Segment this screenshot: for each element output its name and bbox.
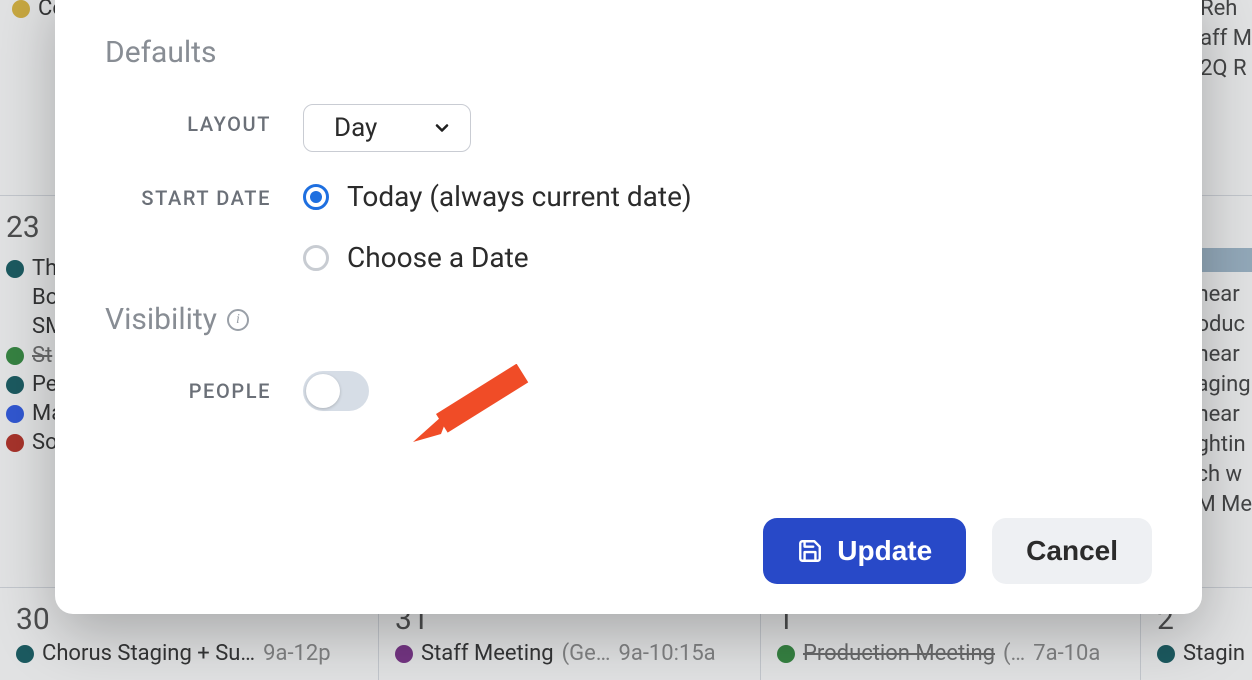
cancel-button-label: Cancel — [1026, 535, 1118, 567]
settings-modal: Defaults LAYOUT Day START DATE Today (al… — [55, 0, 1202, 614]
layout-select-value: Day — [334, 113, 377, 143]
radio-indicator — [303, 245, 329, 271]
update-button-label: Update — [837, 535, 932, 567]
cancel-button[interactable]: Cancel — [992, 518, 1152, 584]
row-start-date: START DATE Today (always current date) C… — [105, 178, 1152, 274]
people-toggle[interactable] — [303, 371, 369, 411]
radio-choose-date-label: Choose a Date — [347, 241, 529, 274]
radio-indicator — [303, 184, 329, 210]
toggle-knob — [306, 374, 340, 408]
start-date-radio-group: Today (always current date) Choose a Dat… — [303, 178, 1152, 274]
radio-choose-date[interactable]: Choose a Date — [303, 241, 1152, 274]
save-icon — [797, 538, 823, 564]
label-start-date: START DATE — [105, 178, 303, 210]
radio-today-label: Today (always current date) — [347, 180, 692, 213]
layout-select[interactable]: Day — [303, 104, 471, 152]
label-layout: LAYOUT — [105, 104, 303, 136]
label-people: PEOPLE — [105, 379, 303, 403]
radio-today[interactable]: Today (always current date) — [303, 180, 1152, 213]
section-title-visibility: Visibility i — [105, 302, 1152, 337]
info-icon[interactable]: i — [227, 309, 249, 331]
section-title-defaults: Defaults — [105, 35, 1152, 70]
row-layout: LAYOUT Day — [105, 104, 1152, 152]
update-button[interactable]: Update — [763, 518, 966, 584]
chevron-down-icon — [432, 118, 452, 138]
row-people: PEOPLE — [105, 371, 1152, 411]
modal-button-row: Update Cancel — [763, 518, 1152, 584]
